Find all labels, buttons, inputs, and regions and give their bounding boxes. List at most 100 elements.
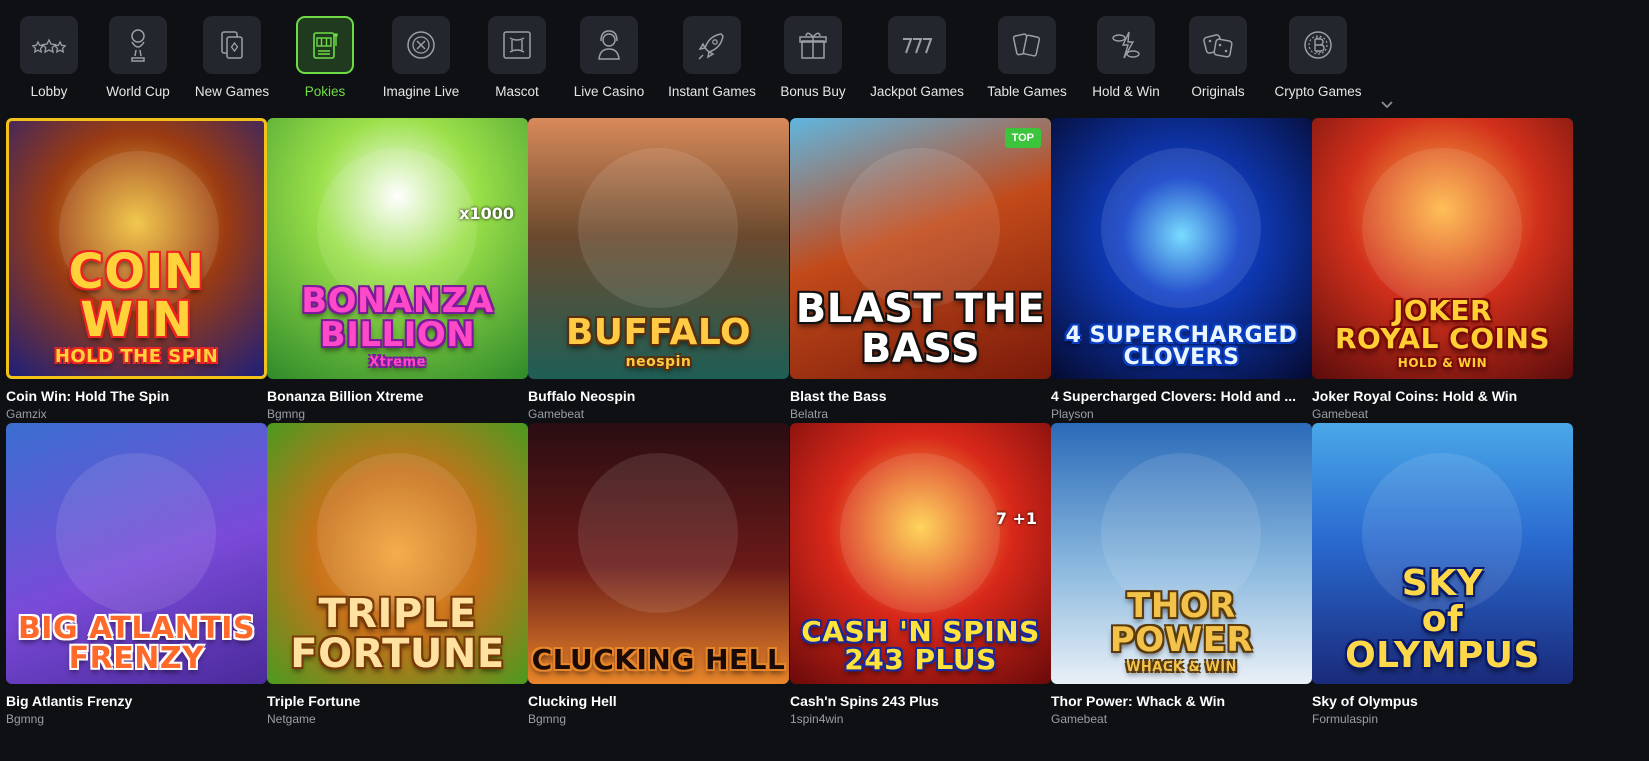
thumbnail-title-text: CASH 'N SPINS 243 PLUS <box>801 615 1040 676</box>
game-thumbnail[interactable]: 4 SUPERCHARGED CLOVERS <box>1051 118 1312 379</box>
table-cards-icon <box>998 16 1056 74</box>
thumbnail-title-text: CLUCKING HELL <box>531 643 786 676</box>
thumbnail-extra-text: x1000 <box>459 204 514 223</box>
mascot-icon <box>488 16 546 74</box>
slot-machine-icon <box>296 16 354 74</box>
game-thumbnail[interactable]: BIG ATLANTIS FRENZY <box>6 423 267 684</box>
thumbnail-title-text: TRIPLE FORTUNE <box>290 591 505 677</box>
game-provider: Bgmng <box>6 712 45 726</box>
game-provider: 1spin4win <box>790 712 844 726</box>
category-label: New Games <box>194 84 270 99</box>
game-title[interactable]: Sky of Olympus <box>1312 693 1573 709</box>
category-label: Hold & Win <box>1092 84 1160 99</box>
game-thumbnail[interactable]: BUFFALO neospin <box>528 118 789 379</box>
game-title[interactable]: Triple Fortune <box>267 693 528 709</box>
thumbnail-title-art: CASH 'N SPINS 243 PLUS <box>790 618 1051 674</box>
game-title[interactable]: Bonanza Billion Xtreme <box>267 388 528 404</box>
game-card[interactable]: TRIPLE FORTUNE Triple Fortune Netgame <box>267 423 528 726</box>
game-provider: Bgmng <box>267 407 306 421</box>
thumbnail-subtitle-text: WHACK & WIN <box>1126 660 1237 675</box>
thumbnail-title-text: BIG ATLANTIS FRENZY <box>17 611 256 676</box>
thumbnail-subtitle-text: neospin <box>625 354 692 370</box>
game-card[interactable]: 4 SUPERCHARGED CLOVERS 4 Supercharged Clo… <box>1051 118 1312 421</box>
rocket-icon <box>683 16 741 74</box>
game-provider: Gamzix <box>6 407 47 421</box>
category-live-casino[interactable]: Live Casino <box>549 16 669 106</box>
category-label: Live Casino <box>573 84 645 99</box>
game-card[interactable]: BUFFALO neospin Buffalo Neospin Gamebeat <box>528 118 789 421</box>
game-title[interactable]: Cash'n Spins 243 Plus <box>790 693 1051 709</box>
game-card[interactable]: COIN WIN HOLD THE SPIN Coin Win: Hold The … <box>6 118 267 421</box>
thumbnail-title-art: COIN WIN HOLD THE SPIN <box>9 248 264 366</box>
game-card[interactable]: CLUCKING HELL Clucking Hell Bgmng <box>528 423 789 726</box>
category-label: Crypto Games <box>1274 84 1362 99</box>
game-title[interactable]: Clucking Hell <box>528 693 789 709</box>
roulette-icon <box>392 16 450 74</box>
category-label: Jackpot Games <box>870 84 964 99</box>
dice-icon <box>1189 16 1247 74</box>
game-card[interactable]: BIG ATLANTIS FRENZY Big Atlantis Frenzy Bg… <box>6 423 267 726</box>
game-thumbnail[interactable]: COIN WIN HOLD THE SPIN <box>6 118 267 379</box>
game-card[interactable]: SKY of OLYMPUS Sky of Olympus Formulaspin <box>1312 423 1573 726</box>
category-label: Mascot <box>495 84 539 99</box>
thumbnail-title-text: COIN WIN <box>68 244 205 348</box>
category-crypto-games[interactable]: Crypto Games <box>1258 16 1378 106</box>
game-thumbnail[interactable]: JOKER ROYAL COINS HOLD & WIN <box>1312 118 1573 379</box>
thumbnail-artwork <box>317 453 477 613</box>
thumbnail-title-text: THOR POWER <box>1109 586 1254 660</box>
thumbnail-title-art: CLUCKING HELL <box>528 646 789 674</box>
game-thumbnail[interactable]: TRIPLE FORTUNE <box>267 423 528 684</box>
game-title[interactable]: Buffalo Neospin <box>528 388 789 404</box>
game-provider: Playson <box>1051 407 1094 421</box>
thumbnail-title-text: BLAST THE BASS <box>795 286 1046 372</box>
category-jackpot-games[interactable]: Jackpot Games <box>857 16 977 106</box>
category-label: Bonus Buy <box>780 84 846 99</box>
game-provider: Gamebeat <box>1051 712 1108 726</box>
thumbnail-artwork <box>578 148 738 308</box>
thumbnail-title-art: THOR POWER WHACK & WIN <box>1051 589 1312 674</box>
thumbnail-artwork <box>578 453 738 613</box>
category-label: Originals <box>1191 84 1245 99</box>
thumbnail-title-art: SKY of OLYMPUS <box>1312 566 1573 674</box>
game-title[interactable]: 4 Supercharged Clovers: Hold and ... <box>1051 388 1312 404</box>
category-bar: Lobby World Cup New Games Pokies Imagine Liv… <box>0 0 1649 110</box>
chevron-down-icon[interactable] <box>1380 100 1394 110</box>
game-title[interactable]: Coin Win: Hold The Spin <box>6 388 267 404</box>
game-card[interactable]: 7 +1 CASH 'N SPINS 243 PLUS Cash'n Spins 2… <box>790 423 1051 726</box>
category-label: Imagine Live <box>382 84 460 99</box>
top-badge: TOP <box>1004 128 1041 148</box>
category-label: World Cup <box>106 84 170 99</box>
game-thumbnail[interactable]: SKY of OLYMPUS <box>1312 423 1573 684</box>
game-thumbnail[interactable]: x1000 BONANZA BILLION Xtreme <box>267 118 528 379</box>
thumbnail-artwork <box>1362 148 1522 308</box>
game-thumbnail[interactable]: 7 +1 CASH 'N SPINS 243 PLUS <box>790 423 1051 684</box>
game-provider: Formulaspin <box>1312 712 1379 726</box>
game-thumbnail[interactable]: CLUCKING HELL <box>528 423 789 684</box>
category-label: Instant Games <box>668 84 756 99</box>
thumbnail-extra-text: 7 +1 <box>995 509 1037 528</box>
game-thumbnail[interactable]: THOR POWER WHACK & WIN <box>1051 423 1312 684</box>
category-label: Pokies <box>304 84 346 99</box>
category-bonus-buy[interactable]: Bonus Buy <box>753 16 873 106</box>
trophy-icon <box>109 16 167 74</box>
thumbnail-artwork <box>840 148 1000 308</box>
thumbnail-subtitle-text: HOLD THE SPIN <box>54 346 219 367</box>
stars-icon <box>20 16 78 74</box>
thumbnail-title-text: SKY of OLYMPUS <box>1345 563 1540 676</box>
game-card[interactable]: JOKER ROYAL COINS HOLD & WIN Joker Royal C… <box>1312 118 1573 421</box>
thumbnail-title-art: BUFFALO neospin <box>528 315 789 370</box>
bitcoin-icon <box>1289 16 1347 74</box>
game-thumbnail[interactable]: BLAST THE BASS TOP <box>790 118 1051 379</box>
thumbnail-title-art: BONANZA BILLION Xtreme <box>267 284 528 369</box>
777-icon <box>888 16 946 74</box>
game-title[interactable]: Big Atlantis Frenzy <box>6 693 267 709</box>
thumbnail-artwork <box>1101 148 1261 308</box>
game-card[interactable]: THOR POWER WHACK & WIN Thor Power: Whack &… <box>1051 423 1312 726</box>
game-card[interactable]: x1000 BONANZA BILLION Xtreme Bonanza Billio… <box>267 118 528 421</box>
game-title[interactable]: Joker Royal Coins: Hold & Win <box>1312 388 1573 404</box>
thumbnail-title-art: BLAST THE BASS <box>790 289 1051 369</box>
game-card[interactable]: BLAST THE BASS TOP Blast the Bass Belatra <box>790 118 1051 421</box>
game-title[interactable]: Thor Power: Whack & Win <box>1051 693 1312 709</box>
game-title[interactable]: Blast the Bass <box>790 388 1051 404</box>
thumbnail-title-art: TRIPLE FORTUNE <box>267 594 528 674</box>
